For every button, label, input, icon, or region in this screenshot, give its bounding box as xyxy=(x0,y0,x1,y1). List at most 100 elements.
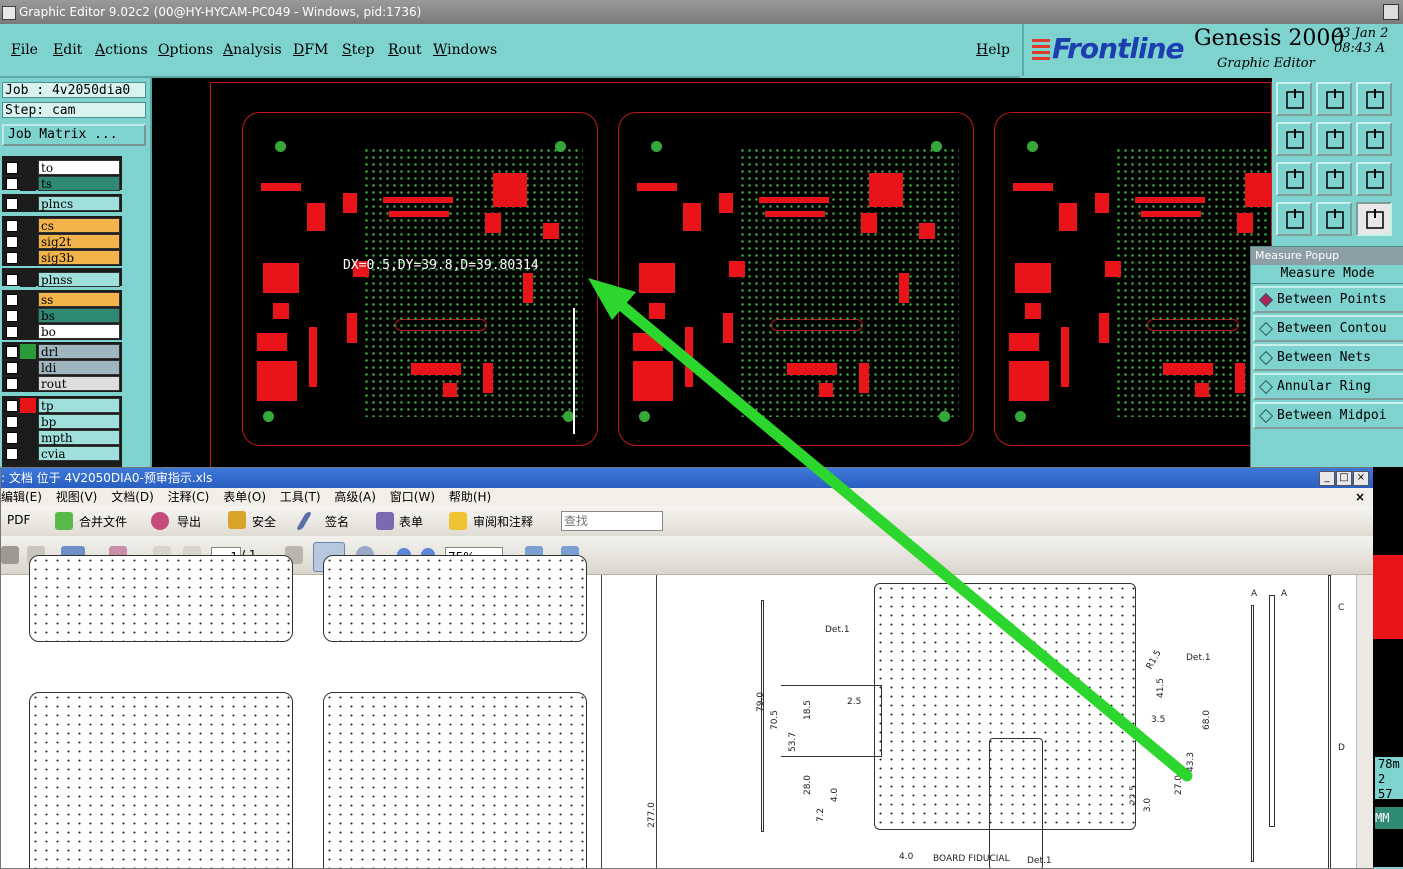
smd-pad xyxy=(1061,327,1069,387)
review-comment-button[interactable]: 审阅和注释 xyxy=(473,513,533,530)
layer-row-ts[interactable]: ts xyxy=(4,176,120,191)
pdf-close-button[interactable]: × xyxy=(1353,471,1369,486)
move-right-icon[interactable] xyxy=(1316,122,1352,156)
layer-row-rout[interactable]: rout xyxy=(4,376,120,391)
layer-checkbox[interactable] xyxy=(6,326,18,338)
layer-row-plncs[interactable]: plncs xyxy=(4,196,120,211)
search-input[interactable] xyxy=(561,511,663,531)
option-between-midpoints[interactable]: Between Midpoi xyxy=(1253,402,1403,429)
pdf-menu-comment[interactable]: 注释(C) xyxy=(168,490,210,504)
print-icon[interactable] xyxy=(1,546,19,564)
layer-checkbox[interactable] xyxy=(6,220,18,232)
layer-checkbox[interactable] xyxy=(6,236,18,248)
layer-row-sig3b[interactable]: sig3b xyxy=(4,250,120,265)
layer-checkbox[interactable] xyxy=(6,274,18,286)
smd-pad xyxy=(1099,313,1109,343)
sign-button[interactable]: 签名 xyxy=(325,513,349,530)
pdf-menu-tools[interactable]: 工具(T) xyxy=(280,490,321,504)
layer-name: ss xyxy=(38,292,120,307)
pdf-menu-view[interactable]: 视图(V) xyxy=(56,490,98,504)
menu-edit[interactable]: Edit xyxy=(53,42,82,58)
pdf-menu-help[interactable]: 帮助(H) xyxy=(449,490,491,504)
security-button[interactable]: 安全 xyxy=(252,513,276,530)
layer-row-bp[interactable]: bp xyxy=(4,414,120,429)
measure-icon[interactable] xyxy=(1356,202,1392,236)
create-pdf-button[interactable]: PDF xyxy=(7,513,30,527)
menu-actions[interactable]: Actions xyxy=(95,42,148,58)
layer-row-cs[interactable]: cs xyxy=(4,218,120,233)
layer-checkbox[interactable] xyxy=(6,198,18,210)
option-annular-ring[interactable]: Annular Ring xyxy=(1253,373,1403,400)
merge-files-button[interactable]: 合并文件 xyxy=(79,513,127,530)
layer-row-mpth[interactable]: mpth xyxy=(4,430,120,445)
layer-checkbox[interactable] xyxy=(6,432,18,444)
layer-row-sig2t[interactable]: sig2t xyxy=(4,234,120,249)
layer-row-ldi[interactable]: ldi xyxy=(4,360,120,375)
option-between-nets[interactable]: Between Nets xyxy=(1253,344,1403,371)
option-between-points[interactable]: Between Points xyxy=(1253,286,1403,313)
fiducial xyxy=(1015,411,1026,422)
zoom-in-icon[interactable] xyxy=(1316,82,1352,116)
layer-row-drl[interactable]: drl xyxy=(4,344,120,359)
settings-icon[interactable] xyxy=(1276,202,1312,236)
zoom-home-icon[interactable] xyxy=(1276,82,1312,116)
layer-checkbox[interactable] xyxy=(6,294,18,306)
menu-rout[interactable]: Rout xyxy=(388,42,422,58)
pcb-canvas[interactable]: DX=0.5,DY=39.8,D=39.80314 xyxy=(152,78,1272,467)
layer-row-bo[interactable]: bo xyxy=(4,324,120,339)
pdf-document-view[interactable]: Det.1 Det.1 R1.5 2.5 3.5 79.0 70.5 53.7 … xyxy=(1,555,1356,868)
move-left-icon[interactable] xyxy=(1276,122,1312,156)
drawing-label: 22.5 xyxy=(1129,784,1140,806)
menu-help[interactable]: Help xyxy=(976,42,1010,58)
pdf-menu-forms[interactable]: 表单(O) xyxy=(223,490,266,504)
minimize-button[interactable] xyxy=(1383,4,1399,20)
smd-pad xyxy=(1025,303,1041,319)
menu-options[interactable]: Options xyxy=(158,42,213,58)
layer-checkbox[interactable] xyxy=(6,346,18,358)
menu-windows[interactable]: Windows xyxy=(433,42,497,58)
pdf-minimize-button[interactable]: _ xyxy=(1319,471,1335,486)
layer-checkbox[interactable] xyxy=(6,252,18,264)
menu-step[interactable]: Step xyxy=(342,42,374,58)
key-icon[interactable] xyxy=(1316,202,1352,236)
pdf-menu-document[interactable]: 文档(D) xyxy=(111,490,154,504)
pdf-menu-window[interactable]: 窗口(W) xyxy=(390,490,435,504)
board-drawing xyxy=(29,555,293,642)
layer-checkbox[interactable] xyxy=(6,416,18,428)
option-between-contours[interactable]: Between Contou xyxy=(1253,315,1403,342)
layer-checkbox[interactable] xyxy=(6,362,18,374)
export-button[interactable]: 导出 xyxy=(177,513,201,530)
drawing-label: 43.3 xyxy=(1186,751,1197,773)
layer-checkbox[interactable] xyxy=(6,162,18,174)
layer-row-to[interactable]: to xyxy=(4,160,120,175)
menu-analysis[interactable]: Analysis xyxy=(223,42,282,58)
pdf-vertical-scrollbar[interactable] xyxy=(1356,575,1373,868)
center-icon[interactable] xyxy=(1316,162,1352,196)
layer-checkbox[interactable] xyxy=(6,310,18,322)
menu-file[interactable]: File xyxy=(11,42,38,58)
layer-checkbox[interactable] xyxy=(6,378,18,390)
layer-row-plnss[interactable]: plnss xyxy=(4,272,120,287)
menu-dfm[interactable]: DFM xyxy=(293,42,328,58)
pdf-menu-advanced[interactable]: 高级(A) xyxy=(334,490,376,504)
layer-checkbox[interactable] xyxy=(6,400,18,412)
layer-row-cvia[interactable]: cvia xyxy=(4,446,120,461)
layer-row-bs[interactable]: bs xyxy=(4,308,120,323)
drawing-label: 3.0 xyxy=(1143,797,1154,813)
scale-1-2-icon[interactable] xyxy=(1356,162,1392,196)
forms-button[interactable]: 表单 xyxy=(399,513,423,530)
pan-icon[interactable] xyxy=(1356,82,1392,116)
job-matrix-button[interactable]: Job Matrix ... xyxy=(2,124,146,146)
drawing-label: Det.1 xyxy=(1186,653,1211,663)
snap-icon[interactable] xyxy=(1356,122,1392,156)
layer-checkbox[interactable] xyxy=(6,448,18,460)
layer-row-ss[interactable]: ss xyxy=(4,292,120,307)
pdf-menu-edit[interactable]: 编辑(E) xyxy=(1,490,42,504)
layer-checkbox[interactable] xyxy=(6,178,18,190)
fit-icon[interactable] xyxy=(1276,162,1312,196)
fiducial xyxy=(275,141,286,152)
pdf-doc-close-icon[interactable]: × xyxy=(1355,488,1365,506)
section-bar xyxy=(1269,595,1275,827)
pdf-maximize-button[interactable]: □ xyxy=(1336,471,1352,486)
layer-row-tp[interactable]: tp xyxy=(4,398,120,413)
